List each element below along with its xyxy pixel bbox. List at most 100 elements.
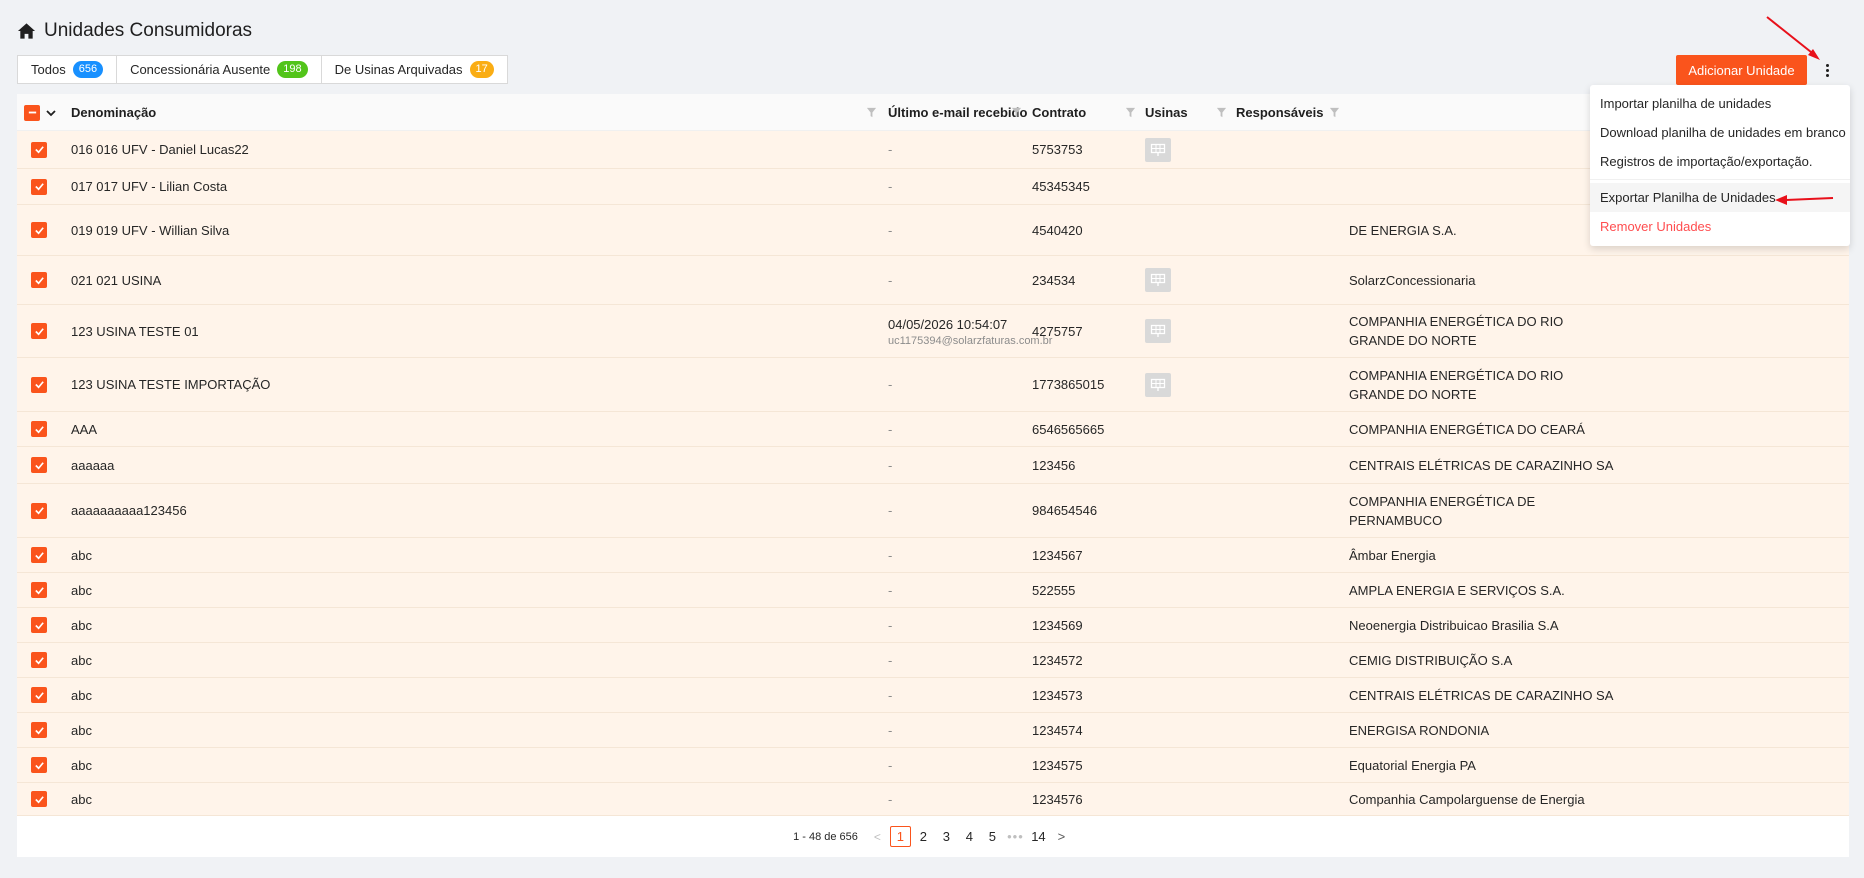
tab-usinas-arquivadas[interactable]: De Usinas Arquivadas 17 bbox=[320, 55, 508, 84]
column-header-email[interactable]: Último e-mail recebido bbox=[888, 94, 1027, 131]
table-row[interactable]: abc - 1234576 Companhia Campolarguense de E… bbox=[17, 783, 1849, 816]
unit-name[interactable]: abc bbox=[71, 713, 92, 747]
row-checkbox[interactable] bbox=[31, 421, 47, 437]
unit-name[interactable]: abc bbox=[71, 538, 92, 572]
filter-icon[interactable] bbox=[1216, 107, 1227, 118]
row-checkbox[interactable] bbox=[31, 376, 47, 393]
row-checkbox-cell bbox=[31, 538, 47, 572]
solar-panel-icon[interactable] bbox=[1145, 372, 1171, 397]
row-checkbox[interactable] bbox=[31, 617, 47, 633]
table-row[interactable]: aaaaaa - 123456 CENTRAIS ELÉTRICAS DE CARAZ… bbox=[17, 447, 1849, 484]
table-row[interactable]: 123 USINA TESTE 01 04/05/2026 10:54:07 uc1… bbox=[17, 305, 1849, 358]
unit-name[interactable]: 016 016 UFV - Daniel Lucas22 bbox=[71, 131, 249, 168]
home-icon bbox=[17, 23, 36, 39]
row-checkbox[interactable] bbox=[31, 582, 47, 598]
row-checkbox[interactable] bbox=[31, 272, 47, 288]
prev-page-icon[interactable]: < bbox=[867, 826, 888, 847]
row-checkbox[interactable] bbox=[31, 687, 47, 703]
page-title: Unidades Consumidoras bbox=[17, 20, 252, 42]
row-checkbox[interactable] bbox=[31, 323, 47, 339]
table-row[interactable]: 016 016 UFV - Daniel Lucas22 - 5753753 bbox=[17, 131, 1849, 169]
row-checkbox[interactable] bbox=[31, 722, 47, 738]
row-checkbox[interactable] bbox=[31, 757, 47, 773]
email-empty: - bbox=[888, 652, 893, 668]
row-checkbox-cell bbox=[31, 573, 47, 607]
table-row[interactable]: 123 USINA TESTE IMPORTAÇÃO - 1773865015 COM… bbox=[17, 358, 1849, 412]
unit-name[interactable]: AAA bbox=[71, 412, 97, 446]
unit-name[interactable]: abc bbox=[71, 748, 92, 782]
page-5[interactable]: 5 bbox=[982, 826, 1003, 847]
table-row[interactable]: 021 021 USINA - 234534 SolarzConcessionaria bbox=[17, 256, 1849, 305]
concessionaria-cell: Neoenergia Distribuicao Brasilia S.A bbox=[1349, 608, 1559, 642]
table-row[interactable]: abc - 1234567 Âmbar Energia bbox=[17, 538, 1849, 573]
table-row[interactable]: 019 019 UFV - Willian Silva - 4540420 DE EN… bbox=[17, 205, 1849, 256]
unit-name[interactable]: aaaaaaaaaa123456 bbox=[71, 484, 187, 537]
solar-panel-icon[interactable] bbox=[1145, 268, 1171, 292]
next-page-icon[interactable]: > bbox=[1051, 826, 1072, 847]
row-checkbox[interactable] bbox=[31, 457, 47, 473]
table-row[interactable]: 017 017 UFV - Lilian Costa - 45345345 bbox=[17, 169, 1849, 205]
column-header-denominacao[interactable]: Denominação bbox=[71, 94, 156, 131]
row-checkbox[interactable] bbox=[31, 502, 47, 519]
tab-concessionaria-ausente[interactable]: Concessionária Ausente 198 bbox=[116, 55, 322, 84]
column-header-responsaveis[interactable]: Responsáveis bbox=[1236, 94, 1323, 131]
contract-number: 123456 bbox=[1032, 457, 1076, 473]
table-row[interactable]: abc - 1234573 CENTRAIS ELÉTRICAS DE CARAZIN… bbox=[17, 678, 1849, 713]
unit-name[interactable]: abc bbox=[71, 643, 92, 677]
table-row[interactable]: abc - 1234569 Neoenergia Distribuicao Brasi… bbox=[17, 608, 1849, 643]
table-row[interactable]: abc - 1234575 Equatorial Energia PA bbox=[17, 748, 1849, 783]
unit-name[interactable]: aaaaaa bbox=[71, 447, 114, 483]
row-checkbox[interactable] bbox=[31, 178, 47, 195]
table-row[interactable]: AAA - 6546565665 COMPANHIA ENERGÉTICA DO CE… bbox=[17, 412, 1849, 447]
solar-panel-icon[interactable] bbox=[1145, 319, 1171, 343]
contract-number: 1234575 bbox=[1032, 757, 1083, 773]
chevron-down-icon[interactable] bbox=[45, 107, 57, 119]
row-checkbox[interactable] bbox=[31, 141, 47, 158]
unit-name[interactable]: abc bbox=[71, 783, 92, 815]
unit-name[interactable]: 019 019 UFV - Willian Silva bbox=[71, 205, 229, 255]
concessionaria-line-2: DE ENERGIA S.A. bbox=[1349, 222, 1457, 238]
solar-panel-icon[interactable] bbox=[1145, 137, 1171, 162]
more-vertical-icon[interactable] bbox=[1817, 57, 1837, 83]
menu-item-export[interactable]: Exportar Planilha de Unidades bbox=[1590, 183, 1850, 212]
table-row[interactable]: abc - 1234574 ENERGISA RONDONIA bbox=[17, 713, 1849, 748]
unit-name[interactable]: 123 USINA TESTE IMPORTAÇÃO bbox=[71, 358, 270, 411]
page-2[interactable]: 2 bbox=[913, 826, 934, 847]
unit-name[interactable]: 021 021 USINA bbox=[71, 256, 161, 304]
row-checkbox[interactable] bbox=[31, 652, 47, 668]
page-4[interactable]: 4 bbox=[959, 826, 980, 847]
unit-name[interactable]: abc bbox=[71, 608, 92, 642]
concessionaria-cell: ENERGISA RONDONIA bbox=[1349, 713, 1489, 747]
table-row[interactable]: abc - 1234572 CEMIG DISTRIBUIÇÃO S.A bbox=[17, 643, 1849, 678]
unit-name[interactable]: 123 USINA TESTE 01 bbox=[71, 305, 199, 357]
row-checkbox[interactable] bbox=[31, 791, 47, 807]
unit-name[interactable]: abc bbox=[71, 678, 92, 712]
page-ellipsis[interactable]: ••• bbox=[1005, 826, 1026, 847]
contract-number: 1234567 bbox=[1032, 547, 1083, 563]
table-row[interactable]: abc - 522555 AMPLA ENERGIA E SERVIÇOS S.A. bbox=[17, 573, 1849, 608]
filter-icon[interactable] bbox=[1125, 107, 1136, 118]
add-unit-button[interactable]: Adicionar Unidade bbox=[1676, 55, 1807, 85]
page-3[interactable]: 3 bbox=[936, 826, 957, 847]
unit-name[interactable]: 017 017 UFV - Lilian Costa bbox=[71, 169, 227, 204]
column-header-usinas[interactable]: Usinas bbox=[1145, 94, 1188, 131]
row-checkbox[interactable] bbox=[31, 222, 47, 238]
filter-icon[interactable] bbox=[1011, 107, 1022, 118]
email-empty: - bbox=[888, 377, 893, 392]
column-header-contrato[interactable]: Contrato bbox=[1032, 94, 1086, 131]
row-checkbox[interactable] bbox=[31, 547, 47, 563]
table-row[interactable]: aaaaaaaaaa123456 - 984654546 COMPANHIA ENER… bbox=[17, 484, 1849, 538]
tab-todos[interactable]: Todos 656 bbox=[17, 55, 118, 84]
filter-icon[interactable] bbox=[1329, 107, 1340, 118]
page-last[interactable]: 14 bbox=[1028, 826, 1049, 847]
menu-item-import-export-logs[interactable]: Registros de importação/exportação. bbox=[1590, 147, 1850, 176]
page-1[interactable]: 1 bbox=[889, 826, 911, 847]
select-all-checkbox[interactable] bbox=[24, 104, 40, 121]
menu-item-download-template[interactable]: Download planilha de unidades em branco bbox=[1590, 118, 1850, 147]
menu-item-import[interactable]: Importar planilha de unidades bbox=[1590, 89, 1850, 118]
filter-icon[interactable] bbox=[866, 107, 877, 118]
contract-number: 1234572 bbox=[1032, 652, 1083, 668]
menu-item-remove[interactable]: Remover Unidades bbox=[1590, 212, 1850, 241]
select-all[interactable] bbox=[24, 94, 57, 131]
unit-name[interactable]: abc bbox=[71, 573, 92, 607]
